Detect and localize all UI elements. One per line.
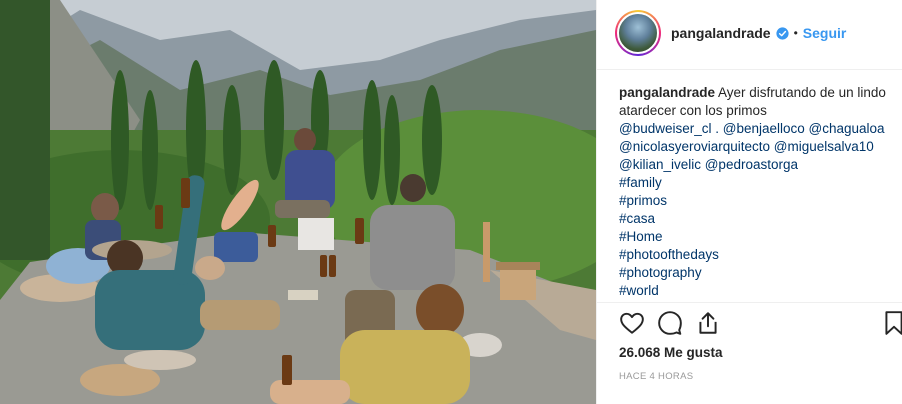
separator-dot: •: [793, 26, 798, 40]
hashtag-family[interactable]: #family: [619, 174, 891, 192]
avatar-image: [617, 12, 659, 54]
bookmark-icon[interactable]: [881, 310, 902, 336]
comment-icon[interactable]: [657, 310, 683, 336]
heart-icon[interactable]: [619, 310, 645, 336]
divider: [597, 302, 902, 303]
likes-count[interactable]: 26.068 Me gusta: [619, 345, 723, 360]
hashtag-world[interactable]: #world: [619, 282, 891, 300]
action-bar: [619, 310, 902, 338]
post-header: pangalandrade • Seguir: [597, 0, 902, 70]
photo-scene: [0, 0, 596, 404]
post-timestamp[interactable]: HACE 4 HORAS: [619, 371, 693, 382]
hashtag-home[interactable]: #Home: [619, 228, 891, 246]
avatar[interactable]: [615, 10, 661, 56]
hashtag-casa[interactable]: #casa: [619, 210, 891, 228]
hashtag-photoofthedays[interactable]: #photoofthedays: [619, 246, 891, 264]
user-row: pangalandrade • Seguir: [671, 25, 846, 41]
follow-button[interactable]: Seguir: [803, 25, 847, 41]
username-link[interactable]: pangalandrade: [671, 25, 771, 41]
caption-text: pangalandrade Ayer disfrutando de un lin…: [619, 84, 891, 120]
post-sidebar: pangalandrade • Seguir pangalandrade Aye…: [596, 0, 902, 404]
hashtag-primos[interactable]: #primos: [619, 192, 891, 210]
caption-username[interactable]: pangalandrade: [619, 85, 715, 100]
verified-badge-icon: [776, 26, 789, 40]
hashtag-photography[interactable]: #photography: [619, 264, 891, 282]
mention-line-1[interactable]: @budweiser_cl . @benjaelloco @chagualoa: [619, 120, 891, 138]
post-caption: pangalandrade Ayer disfrutando de un lin…: [619, 84, 891, 300]
post-photo[interactable]: [0, 0, 596, 404]
mention-line-3[interactable]: @kilian_ivelic @pedroastorga: [619, 156, 891, 174]
share-icon[interactable]: [695, 310, 721, 336]
mention-line-2[interactable]: @nicolasyeroviarquitecto @miguelsalva10: [619, 138, 891, 156]
